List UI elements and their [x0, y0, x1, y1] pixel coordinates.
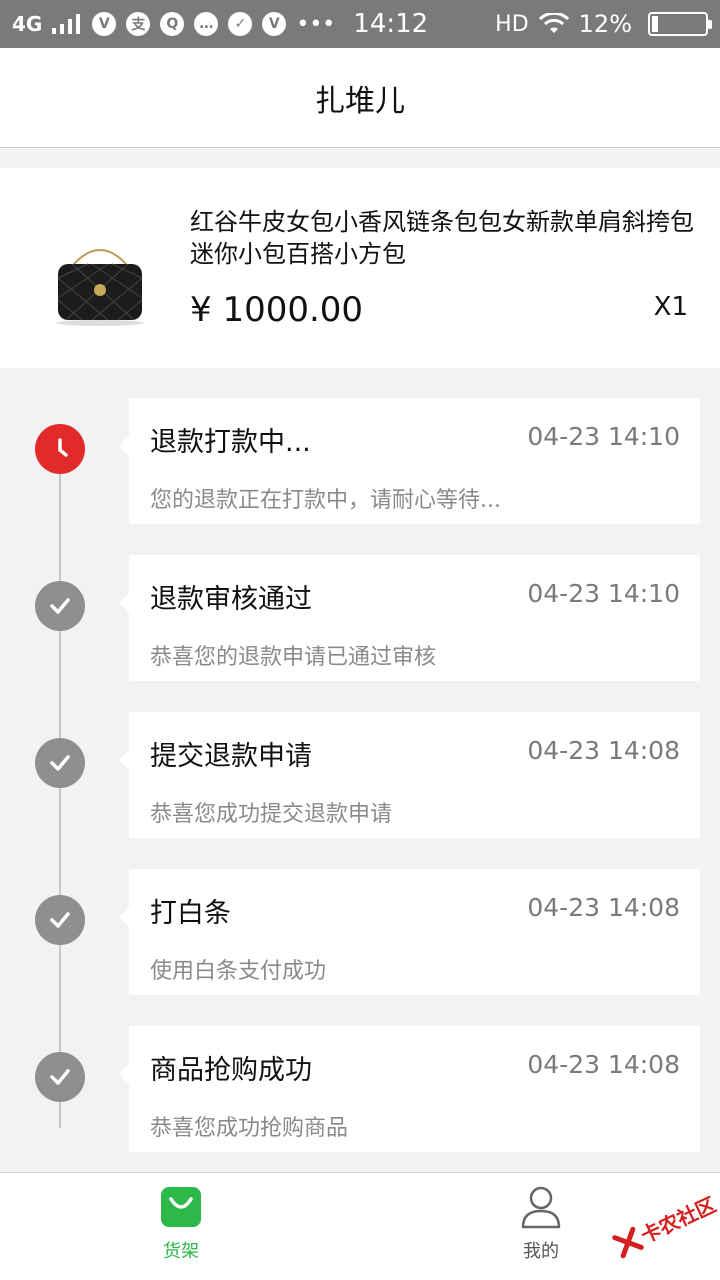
product-price: ¥ 1000.00 — [190, 290, 364, 330]
notification-vee2-icon: V — [262, 12, 287, 36]
timeline-time: 04-23 14:08 — [527, 893, 680, 922]
tab-shelf[interactable]: 货架 — [121, 1185, 241, 1277]
product-quantity: X1 — [653, 292, 688, 322]
timeline-desc: 使用白条支付成功 — [150, 959, 327, 984]
timeline-card: 退款审核通过 04-23 14:10 恭喜您的退款申请已通过审核 — [119, 555, 700, 681]
more-notifications-icon: ••• — [296, 11, 336, 37]
timeline-time: 04-23 14:10 — [527, 422, 680, 451]
network-indicator: 4G — [12, 12, 43, 36]
battery-percent: 12% — [578, 10, 632, 38]
notification-vee-icon: V — [92, 12, 117, 36]
clock-icon — [35, 424, 85, 474]
person-icon — [521, 1186, 561, 1229]
timeline-card: 提交退款申请 04-23 14:08 恭喜您成功提交退款申请 — [119, 712, 700, 838]
tab-mine[interactable]: 我的 — [481, 1185, 601, 1277]
hd-indicator: HD — [495, 11, 529, 37]
timeline-desc: 您的退款正在打款中，请耐心等待... — [150, 488, 501, 513]
timeline-title: 退款打款中... — [150, 427, 311, 458]
page-title: 扎堆儿 — [315, 83, 405, 119]
timeline-time: 04-23 14:10 — [527, 579, 680, 608]
wifi-icon — [538, 13, 569, 33]
timeline-item: 退款打款中... 04-23 14:10 您的退款正在打款中，请耐心等待... — [0, 398, 720, 526]
shopping-bag-icon — [161, 1187, 201, 1227]
product-title: 红谷牛皮女包小香风链条包包女新款单肩斜挎包迷你小包百搭小方包 — [190, 208, 694, 268]
watermark-text: 卡农社区 — [636, 1192, 720, 1248]
timeline-item: 退款审核通过 04-23 14:10 恭喜您的退款申请已通过审核 — [0, 555, 720, 683]
tab-mine-label: 我的 — [523, 1241, 559, 1262]
notification-chat-icon: … — [194, 12, 219, 36]
battery-level — [652, 16, 658, 32]
battery-icon — [648, 12, 712, 36]
clock: 14:12 — [353, 9, 429, 39]
notification-app-icon: 支 — [126, 12, 151, 36]
status-bar-right: HD 12% — [495, 10, 712, 38]
timeline-item: 提交退款申请 04-23 14:08 恭喜您成功提交退款申请 — [0, 712, 720, 840]
timeline-time: 04-23 14:08 — [527, 1050, 680, 1079]
timeline-time: 04-23 14:08 — [527, 736, 680, 765]
signal-icon — [52, 14, 81, 34]
timeline-card: 打白条 04-23 14:08 使用白条支付成功 — [119, 869, 700, 995]
timeline-desc: 恭喜您成功提交退款申请 — [150, 802, 393, 827]
check-icon — [35, 581, 85, 631]
timeline-card: 退款打款中... 04-23 14:10 您的退款正在打款中，请耐心等待... — [119, 398, 700, 524]
product-card[interactable]: 红谷牛皮女包小香风链条包包女新款单肩斜挎包迷你小包百搭小方包 ¥ 1000.00… — [0, 168, 720, 368]
status-bar: 4G V 支 Q … ✓ V ••• 14:12 HD 12% — [0, 0, 720, 48]
nav-header: 扎堆儿 — [0, 48, 720, 148]
handbag-image — [56, 249, 144, 326]
timeline-item: 商品抢购成功 04-23 14:08 恭喜您成功抢购商品 — [0, 1026, 720, 1154]
timeline-title: 商品抢购成功 — [150, 1055, 312, 1086]
check-icon — [35, 1052, 85, 1102]
status-bar-left: 4G V 支 Q … ✓ V ••• 14:12 — [12, 9, 428, 39]
timeline-title: 打白条 — [150, 898, 231, 929]
timeline-card: 商品抢购成功 04-23 14:08 恭喜您成功抢购商品 — [119, 1026, 700, 1152]
tab-shelf-label: 货架 — [163, 1241, 199, 1262]
notification-check-icon: ✓ — [228, 12, 253, 36]
check-icon — [35, 738, 85, 788]
notification-penguin-icon: Q — [160, 12, 185, 36]
timeline-title: 提交退款申请 — [150, 741, 312, 772]
check-icon — [35, 895, 85, 945]
timeline-desc: 恭喜您成功抢购商品 — [150, 1116, 349, 1141]
timeline-title: 退款审核通过 — [150, 584, 312, 615]
timeline-desc: 恭喜您的退款申请已通过审核 — [150, 645, 437, 670]
timeline-item: 打白条 04-23 14:08 使用白条支付成功 — [0, 869, 720, 997]
